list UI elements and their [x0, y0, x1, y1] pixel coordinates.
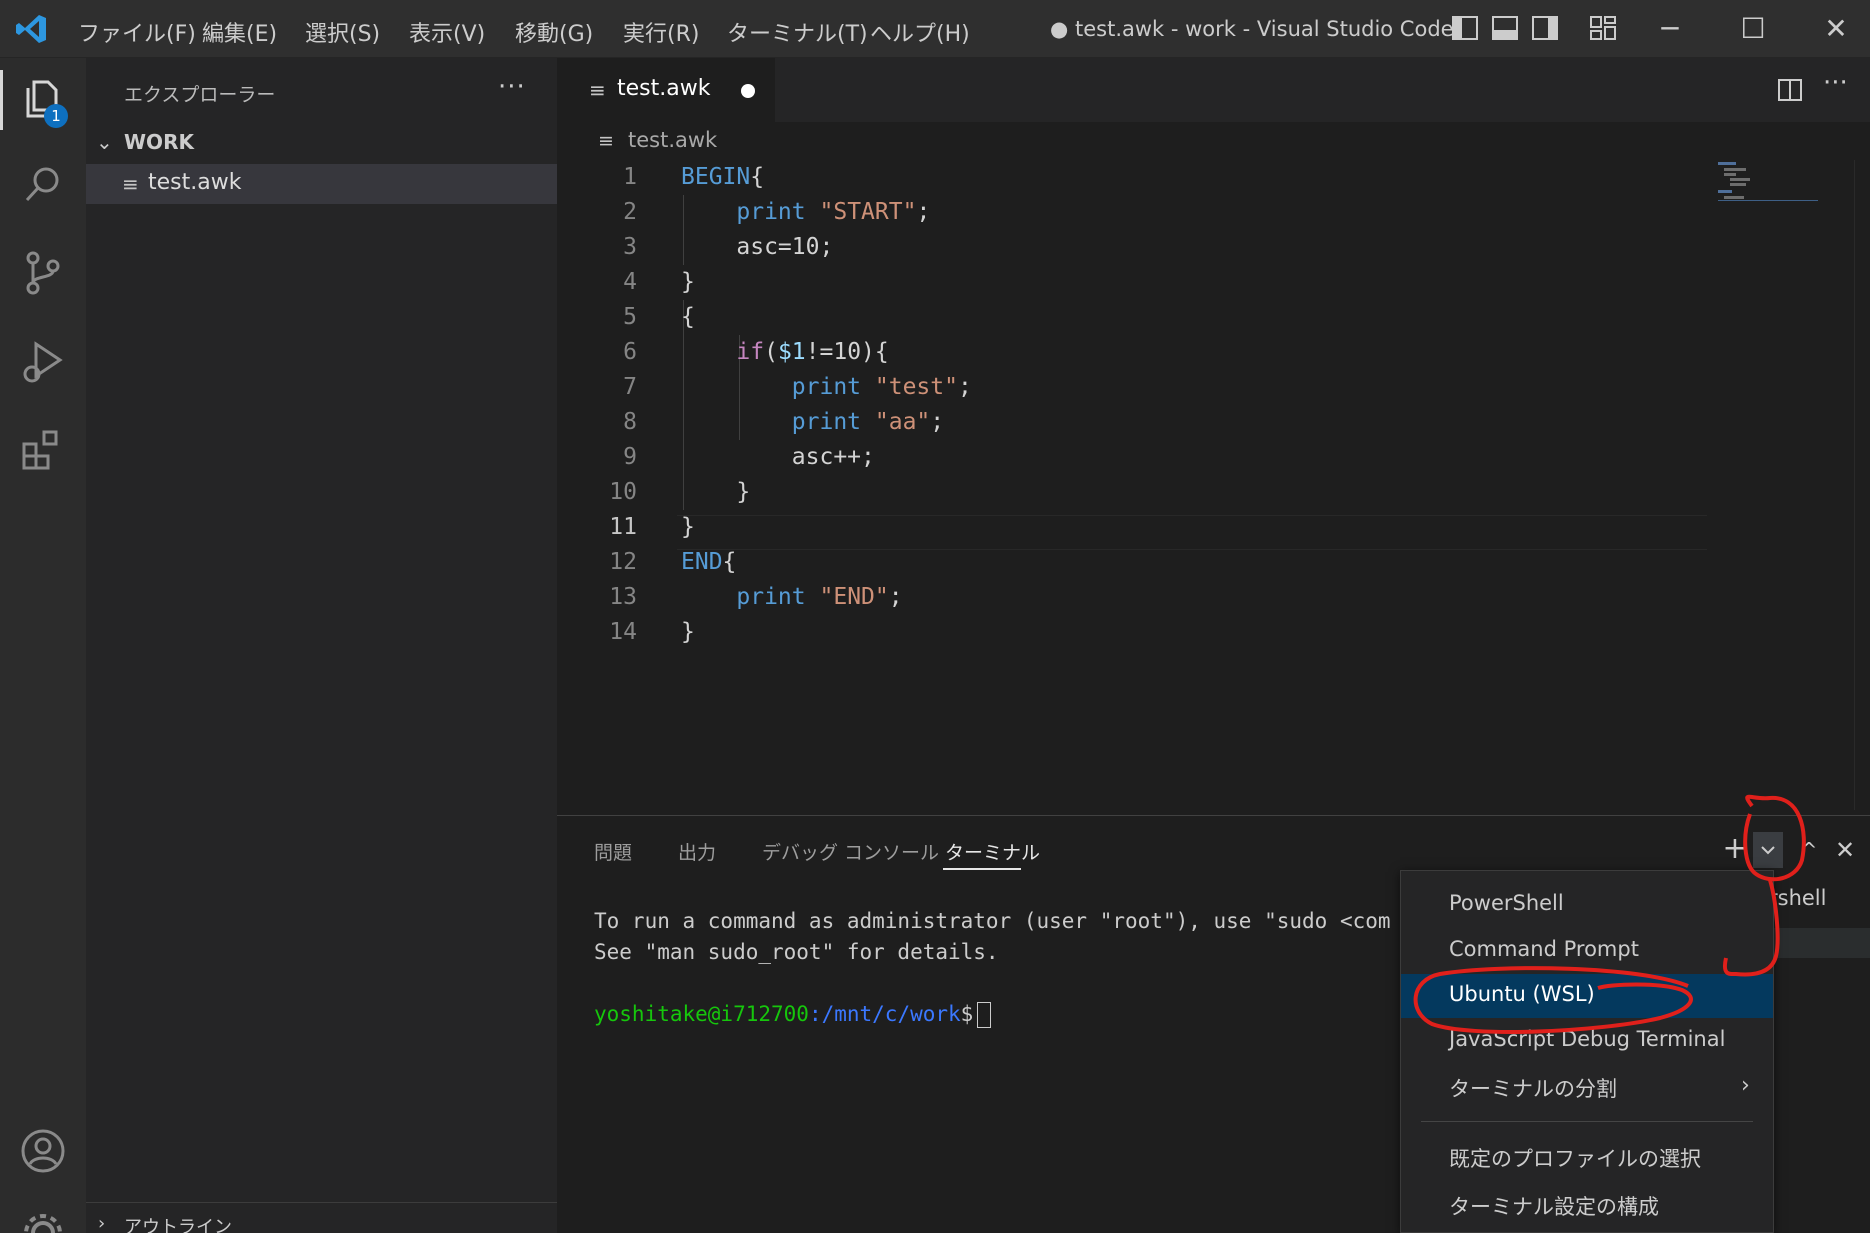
- maximize-button[interactable]: ☐: [1733, 12, 1773, 46]
- editor-tab-bar: ≡ test.awk ···: [557, 58, 1870, 122]
- chevron-down-icon: [1761, 846, 1775, 855]
- code-editor[interactable]: 1 BEGIN{ 2 print "START"; 3 asc=10; 4} 5{…: [557, 160, 1870, 810]
- title-bar: ファイル(F) 編集(E) 選択(S) 表示(V) 移動(G) 実行(R) ター…: [0, 0, 1870, 58]
- minimize-button[interactable]: ─: [1650, 12, 1690, 46]
- chevron-right-icon: ›: [98, 1213, 106, 1233]
- tab-label: test.awk: [617, 76, 711, 101]
- terminal-list-item[interactable]: [1769, 928, 1870, 958]
- code-line-current: 11}: [609, 514, 695, 540]
- code-line: 6 if($1!=10){: [623, 339, 889, 365]
- window-title: ● test.awk - work - Visual Studio Code: [1050, 17, 1454, 41]
- outline-label: アウトライン: [124, 1217, 232, 1233]
- run-and-debug-icon[interactable]: [18, 336, 68, 386]
- toggle-primary-sidebar-icon[interactable]: [1451, 15, 1479, 41]
- close-button[interactable]: ✕: [1816, 12, 1856, 46]
- file-item-test-awk[interactable]: ≡ test.awk: [86, 164, 557, 204]
- breadcrumb[interactable]: test.awk: [628, 128, 717, 152]
- minimap[interactable]: [1718, 160, 1818, 220]
- toggle-secondary-sidebar-icon[interactable]: [1531, 15, 1559, 41]
- outline-section[interactable]: › アウトライン: [86, 1202, 557, 1233]
- tab-output[interactable]: 出力: [678, 838, 716, 865]
- sidebar-more-actions-button[interactable]: ···: [498, 72, 526, 102]
- menu-item-command-prompt[interactable]: Command Prompt: [1401, 929, 1773, 973]
- tab-terminal[interactable]: ターミナル: [945, 838, 1040, 865]
- tab-problems[interactable]: 問題: [594, 838, 632, 865]
- terminal-profile-menu: PowerShell Command Prompt Ubuntu (WSL) J…: [1400, 870, 1774, 1233]
- code-line: 13 print "END";: [609, 584, 903, 610]
- activity-bar: 1: [0, 58, 86, 1233]
- maximize-panel-chevron-up-icon[interactable]: ^: [1794, 832, 1824, 868]
- accounts-icon[interactable]: [18, 1126, 68, 1176]
- code-line: 7 print "test";: [623, 374, 972, 400]
- file-lines-icon: ≡: [589, 78, 606, 102]
- close-panel-button[interactable]: ✕: [1830, 832, 1860, 868]
- search-icon[interactable]: [18, 160, 68, 210]
- file-lines-icon: ≡: [598, 130, 614, 152]
- menu-run[interactable]: 実行(R): [623, 16, 699, 48]
- code-line: 4}: [623, 269, 695, 295]
- source-control-icon[interactable]: [18, 248, 68, 298]
- active-indicator: [0, 70, 3, 130]
- sidebar-title: エクスプローラー: [124, 84, 276, 106]
- code-line: 12 END{: [609, 549, 737, 575]
- extensions-icon[interactable]: [18, 424, 68, 474]
- menu-item-powershell[interactable]: PowerShell: [1401, 883, 1773, 927]
- menu-edit[interactable]: 編集(E): [202, 16, 277, 48]
- launch-profile-dropdown-button[interactable]: [1753, 832, 1783, 868]
- tab-debug-console[interactable]: デバッグ コンソール: [762, 838, 939, 865]
- vscode-logo-icon: [16, 15, 46, 43]
- code-line: 8 print "aa";: [623, 409, 945, 435]
- customize-layout-icon[interactable]: [1589, 15, 1617, 41]
- unsaved-dot-icon[interactable]: [741, 84, 755, 98]
- menu-view[interactable]: 表示(V): [409, 16, 485, 48]
- menu-selection[interactable]: 選択(S): [305, 16, 380, 48]
- code-line: 5{: [623, 304, 695, 330]
- code-line: 14}: [609, 619, 695, 645]
- menu-separator: [1421, 1121, 1753, 1122]
- terminal-list-label: rshell: [1769, 886, 1827, 910]
- menu-item-configure-terminal-settings[interactable]: ターミナル設定の構成: [1401, 1183, 1773, 1227]
- code-line: 10 }: [609, 479, 751, 505]
- file-lines-icon: ≡: [122, 172, 139, 196]
- editor-more-actions-button[interactable]: ···: [1823, 68, 1848, 98]
- toggle-panel-icon[interactable]: [1491, 15, 1519, 41]
- menu-item-select-default-profile[interactable]: 既定のプロファイルの選択: [1401, 1135, 1773, 1179]
- code-line: 1 BEGIN{: [623, 164, 765, 190]
- explorer-badge: 1: [44, 104, 68, 128]
- split-editor-icon[interactable]: [1777, 78, 1803, 102]
- chevron-down-icon: ⌄: [96, 130, 113, 154]
- menu-item-ubuntu-wsl[interactable]: Ubuntu (WSL): [1401, 974, 1773, 1018]
- terminal-cursor: [977, 1002, 992, 1028]
- new-terminal-button[interactable]: +: [1717, 832, 1753, 868]
- explorer-sidebar: エクスプローラー ··· ⌄ WORK ≡ test.awk › アウトライン: [86, 58, 557, 1233]
- folder-name: WORK: [124, 130, 194, 154]
- active-tab-indicator: [943, 868, 1021, 870]
- editor-scrollbar[interactable]: [1854, 160, 1870, 810]
- menu-file[interactable]: ファイル(F): [78, 16, 196, 48]
- code-line: 3 asc=10;: [623, 234, 834, 260]
- chevron-right-icon: ›: [1741, 1073, 1750, 1098]
- menu-terminal[interactable]: ターミナル(T): [727, 16, 868, 48]
- code-line: 9 asc++;: [623, 444, 875, 470]
- manage-gear-icon[interactable]: [18, 1208, 68, 1233]
- menu-help[interactable]: ヘルプ(H): [870, 16, 970, 48]
- folder-row-work[interactable]: ⌄ WORK: [86, 124, 557, 160]
- menu-item-javascript-debug-terminal[interactable]: JavaScript Debug Terminal: [1401, 1019, 1773, 1063]
- menu-item-split-terminal[interactable]: ターミナルの分割 ›: [1401, 1065, 1773, 1109]
- tab-test-awk[interactable]: ≡ test.awk: [557, 58, 775, 122]
- file-name: test.awk: [148, 170, 242, 195]
- menu-go[interactable]: 移動(G): [515, 16, 593, 48]
- code-line: 2 print "START";: [623, 199, 931, 225]
